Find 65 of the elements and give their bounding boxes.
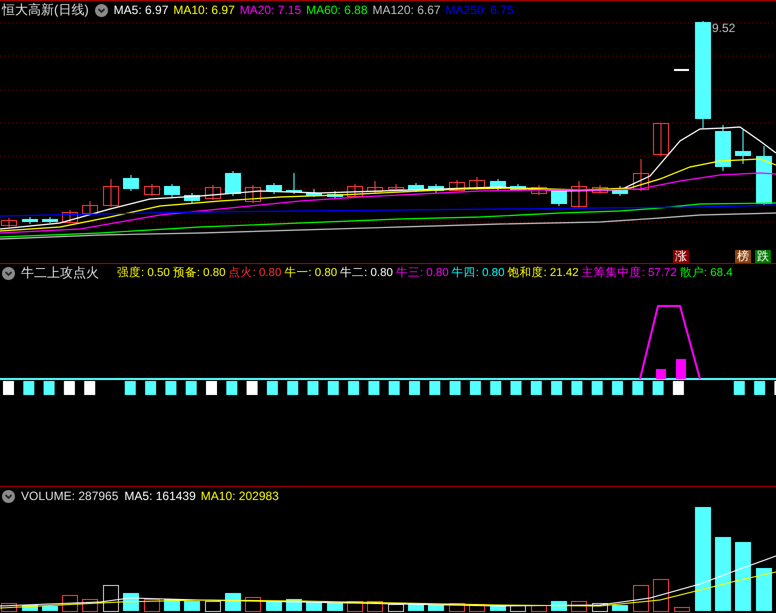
candlestick bbox=[571, 180, 587, 208]
candlestick bbox=[531, 184, 547, 196]
marker-tag: 涨 bbox=[673, 250, 689, 263]
candlestick bbox=[327, 190, 343, 198]
candlestick bbox=[42, 216, 58, 224]
candlestick bbox=[408, 182, 424, 192]
candlestick bbox=[715, 124, 731, 172]
candlestick bbox=[633, 158, 649, 192]
candlestick bbox=[144, 184, 160, 196]
chart-title: 牛二上攻点火 bbox=[21, 265, 99, 281]
indicator-value: 点火: 0.80 bbox=[228, 266, 282, 281]
candlestick bbox=[286, 172, 302, 194]
indicator-value: 饱和度: 21.42 bbox=[507, 266, 579, 281]
dropdown-icon[interactable] bbox=[94, 4, 108, 16]
candlestick bbox=[306, 188, 322, 198]
indicator-value: MA10: 202983 bbox=[200, 488, 279, 504]
indicator-value: 牛二: 0.80 bbox=[340, 266, 393, 281]
candlestick bbox=[164, 184, 180, 198]
indicator-value: MA5: 161439 bbox=[124, 488, 196, 504]
indicator-value: 主筹集中度: 57.72 bbox=[582, 265, 677, 281]
indicator-value: MA120: 6.67 bbox=[372, 2, 441, 18]
candlestick bbox=[62, 210, 78, 224]
chart-title: VOLUME: 287965 bbox=[21, 488, 118, 504]
candlestick bbox=[266, 182, 282, 194]
candlestick bbox=[449, 180, 465, 192]
candlestick bbox=[388, 184, 404, 192]
candlestick bbox=[551, 188, 567, 206]
candlestick bbox=[612, 186, 628, 196]
chart-title: 恒大高新(日线) bbox=[2, 2, 89, 18]
candlestick bbox=[123, 174, 139, 192]
indicator-value: MA5: 6.97 bbox=[114, 2, 168, 18]
high-price-label: 9.52 bbox=[712, 21, 736, 35]
candlestick bbox=[756, 146, 772, 206]
candlestick bbox=[653, 122, 669, 156]
candlestick bbox=[592, 184, 608, 194]
candlestick bbox=[205, 184, 221, 200]
marker-tag: 榜 bbox=[735, 250, 751, 263]
candlestick bbox=[225, 170, 241, 196]
candlestick bbox=[82, 200, 98, 216]
indicator-value: 牛一: 0.80 bbox=[284, 266, 338, 281]
indicator-value: MA60: 6.88 bbox=[306, 2, 368, 18]
candlestick bbox=[22, 216, 38, 224]
indicator-value: 牛三: 0.80 bbox=[396, 266, 449, 281]
candlestick bbox=[735, 128, 751, 164]
candlestick bbox=[184, 192, 200, 204]
indicator-value: 预备: 0.80 bbox=[172, 266, 226, 281]
candlestick bbox=[428, 184, 444, 194]
indicator-value: 散户: 68.4 bbox=[680, 265, 733, 281]
indicator-value: MA20: 7.15 bbox=[240, 2, 302, 18]
candlestick bbox=[469, 176, 485, 190]
candlestick bbox=[103, 178, 119, 208]
indicator-value: MA10: 6.97 bbox=[173, 2, 235, 18]
marker-tag: 跌 bbox=[755, 250, 771, 263]
candlestick bbox=[490, 178, 506, 190]
candlestick bbox=[367, 180, 383, 194]
candlestick bbox=[1, 218, 17, 228]
dropdown-icon[interactable] bbox=[2, 490, 15, 502]
indicator-value: MA250: 6.75 bbox=[446, 2, 514, 18]
candlestick bbox=[347, 184, 363, 198]
candlestick bbox=[510, 184, 526, 192]
indicator-value: 强度: 0.50 bbox=[117, 266, 170, 281]
dropdown-icon[interactable] bbox=[2, 266, 15, 280]
candlestick bbox=[674, 69, 689, 71]
indicator-value: 牛四: 0.80 bbox=[452, 266, 504, 281]
candlestick bbox=[245, 184, 261, 204]
